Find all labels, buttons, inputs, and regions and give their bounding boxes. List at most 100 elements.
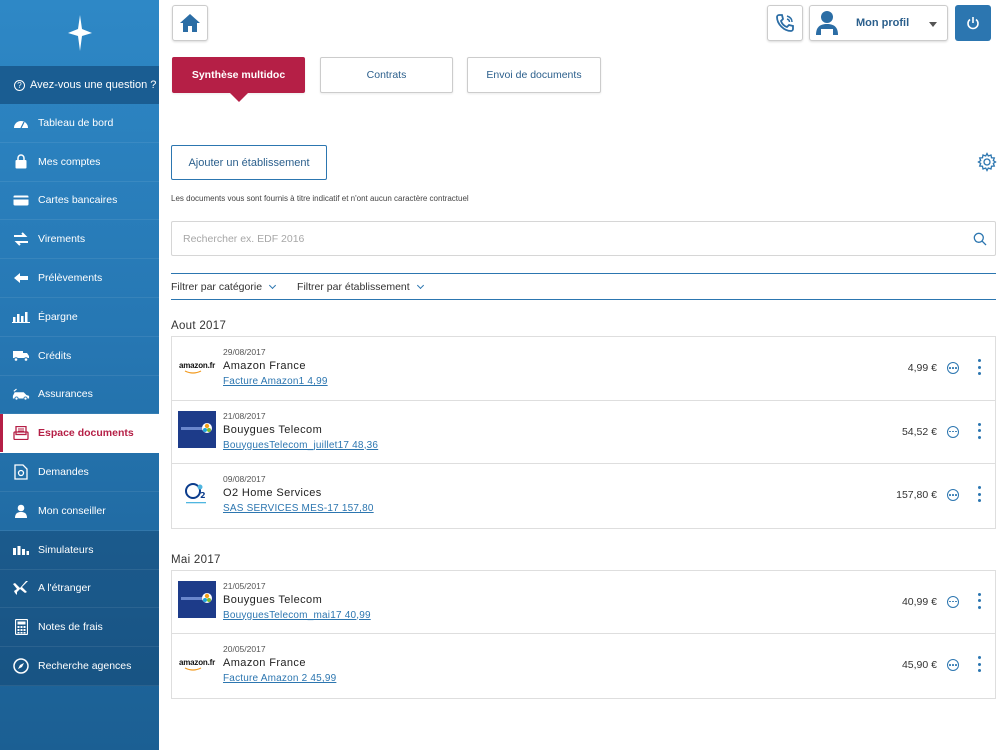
sidebar-item-cartes-bancaires[interactable]: Cartes bancaires bbox=[0, 182, 159, 221]
document-link[interactable]: BouyguesTelecom_juillet17 48,36 bbox=[223, 440, 378, 451]
sidebar-item-mon-conseiller[interactable]: Mon conseiller bbox=[0, 492, 159, 531]
sidebar-item-label: Assurances bbox=[38, 388, 93, 401]
sidebar-item-simulateurs[interactable]: Simulateurs bbox=[0, 530, 159, 570]
svg-text:2: 2 bbox=[200, 491, 206, 500]
search-input[interactable] bbox=[172, 232, 965, 245]
document-amount: 45,90 € bbox=[901, 659, 937, 671]
document-link[interactable]: Facture Amazon 2 45,99 bbox=[223, 673, 336, 684]
sidebar-item-label: Simulateurs bbox=[38, 543, 94, 556]
document-amount: 4,99 € bbox=[907, 362, 937, 374]
kebab-menu-icon[interactable] bbox=[975, 486, 983, 502]
kebab-menu-icon[interactable] bbox=[975, 422, 983, 439]
document-issuer: O2 Home Services bbox=[223, 487, 322, 499]
add-establishment-button[interactable]: Ajouter un établissement bbox=[171, 145, 327, 180]
document-row: amazon.fr 20/05/2017 Amazon France Facture … bbox=[172, 634, 995, 698]
sidebar-item-label: A l'étranger bbox=[38, 582, 91, 595]
sidebar-item-notes-de-frais[interactable]: Notes de frais bbox=[0, 608, 159, 648]
sidebar-item-tableau-de-bord[interactable]: Tableau de bord bbox=[0, 104, 159, 143]
filter-category-label: Filtrer par catégorie bbox=[171, 280, 263, 293]
more-options-icon[interactable] bbox=[947, 489, 959, 501]
disclaimer-text: Les documents vous sont fournis à titre … bbox=[171, 194, 469, 203]
chevron-down-icon bbox=[269, 281, 277, 289]
sidebar-item-pargne[interactable]: Épargne bbox=[0, 298, 159, 337]
profile-button[interactable]: Mon profil bbox=[809, 5, 948, 41]
sidebar-item-recherche-agences[interactable]: Recherche agences bbox=[0, 647, 159, 686]
sidebar-item-label: Virements bbox=[38, 233, 86, 246]
amazon-logo: amazon.fr bbox=[178, 644, 216, 681]
search-icon[interactable] bbox=[965, 224, 995, 254]
tab-label: Envoi de documents bbox=[486, 69, 582, 81]
document-link[interactable]: SAS SERVICES MES-17 157,80 bbox=[223, 503, 374, 514]
tab-label: Contrats bbox=[366, 69, 407, 81]
bouygues-logo bbox=[178, 580, 216, 618]
sidebar-item-label: Épargne bbox=[38, 310, 78, 323]
truck-icon bbox=[12, 349, 30, 363]
phone-icon bbox=[776, 14, 794, 32]
transfer-icon bbox=[12, 232, 30, 246]
kebab-menu-icon[interactable] bbox=[975, 656, 983, 672]
add-establishment-label: Ajouter un établissement bbox=[188, 156, 310, 169]
profile-label: Mon profil bbox=[856, 17, 910, 29]
o2-logo: 2 bbox=[178, 474, 216, 511]
help-link[interactable]: ? Avez-vous une question ? bbox=[0, 66, 159, 104]
sidebar-item-a-l-tranger[interactable]: A l'étranger bbox=[0, 569, 159, 609]
sidebar-item-label: Espace documents bbox=[38, 427, 134, 440]
document-row: 2 09/08/2017 O2 Home Services SAS SERVICES … bbox=[172, 464, 995, 528]
sidebar-item-pr-l-vements[interactable]: Prélèvements bbox=[0, 259, 159, 298]
sidebar-item-label: Mon conseiller bbox=[38, 504, 106, 517]
sidebar-item-virements[interactable]: Virements bbox=[0, 220, 159, 260]
document-issuer: Amazon France bbox=[223, 360, 306, 372]
home-button[interactable] bbox=[172, 5, 208, 41]
sidebar: ? Avez-vous une question ? Tableau de bo… bbox=[0, 0, 159, 750]
advisor-icon bbox=[12, 504, 30, 518]
document-row: amazon.fr 29/08/2017 Amazon France Facture … bbox=[172, 337, 995, 401]
star-logo-icon bbox=[67, 15, 92, 51]
phone-button[interactable] bbox=[767, 5, 803, 41]
dashboard-icon bbox=[12, 116, 30, 130]
card-icon bbox=[12, 193, 30, 207]
logout-button[interactable] bbox=[955, 5, 991, 41]
sidebar-item-label: Cartes bancaires bbox=[38, 194, 118, 207]
filter-establishment-label: Filtrer par établissement bbox=[297, 280, 410, 293]
logo[interactable] bbox=[0, 0, 159, 66]
more-options-icon[interactable] bbox=[947, 362, 959, 374]
sidebar-item-espace-documents[interactable]: Espace documents bbox=[0, 414, 159, 454]
document-row: 21/05/2017 Bouygues Telecom BouyguesTeleco… bbox=[172, 571, 995, 634]
savings-icon bbox=[12, 310, 30, 324]
sidebar-item-cr-dits[interactable]: Crédits bbox=[0, 337, 159, 376]
sidebar-item-mes-comptes[interactable]: Mes comptes bbox=[0, 143, 159, 182]
kebab-menu-icon[interactable] bbox=[975, 359, 983, 375]
sidebar-item-assurances[interactable]: Assurances bbox=[0, 376, 159, 415]
help-label: Avez-vous une question ? bbox=[30, 79, 157, 91]
tab-label: Synthèse multidoc bbox=[191, 69, 286, 81]
group-title: Mai 2017 bbox=[171, 553, 221, 566]
tab-envoi-documents[interactable]: Envoi de documents bbox=[467, 57, 601, 93]
amazon-logo-text: amazon.fr bbox=[179, 361, 215, 370]
document-date: 20/05/2017 bbox=[223, 644, 266, 654]
tab-synthese[interactable]: Synthèse multidoc bbox=[172, 57, 305, 102]
sidebar-nav: Tableau de bord Mes comptes Cartes bancair… bbox=[0, 104, 159, 686]
more-options-icon[interactable] bbox=[947, 659, 959, 671]
amazon-logo: amazon.fr bbox=[178, 347, 216, 384]
document-amount: 54,52 € bbox=[901, 425, 937, 438]
document-date: 21/08/2017 bbox=[223, 410, 266, 421]
sidebar-item-label: Prélèvements bbox=[38, 272, 103, 285]
sidebar-item-label: Demandes bbox=[38, 466, 89, 479]
filter-category[interactable]: Filtrer par catégorie bbox=[171, 280, 277, 293]
caret-down-icon bbox=[929, 22, 937, 27]
document-link[interactable]: Facture Amazon1 4,99 bbox=[223, 376, 328, 387]
kebab-menu-icon[interactable] bbox=[975, 592, 983, 609]
chart-icon bbox=[12, 543, 30, 557]
calculator-icon bbox=[12, 619, 30, 636]
more-options-icon[interactable] bbox=[947, 595, 959, 608]
filter-establishment[interactable]: Filtrer par établissement bbox=[297, 280, 424, 293]
sidebar-item-demandes[interactable]: Demandes bbox=[0, 453, 159, 492]
sidebar-item-label: Recherche agences bbox=[38, 660, 132, 673]
amazon-logo-text: amazon.fr bbox=[179, 658, 215, 667]
documents-icon bbox=[12, 426, 30, 441]
gear-icon[interactable] bbox=[977, 152, 997, 172]
document-link[interactable]: BouyguesTelecom_mai17 40,99 bbox=[223, 610, 371, 621]
tab-contrats[interactable]: Contrats bbox=[320, 57, 453, 93]
sidebar-item-label: Mes comptes bbox=[38, 155, 101, 168]
more-options-icon[interactable] bbox=[947, 425, 959, 438]
